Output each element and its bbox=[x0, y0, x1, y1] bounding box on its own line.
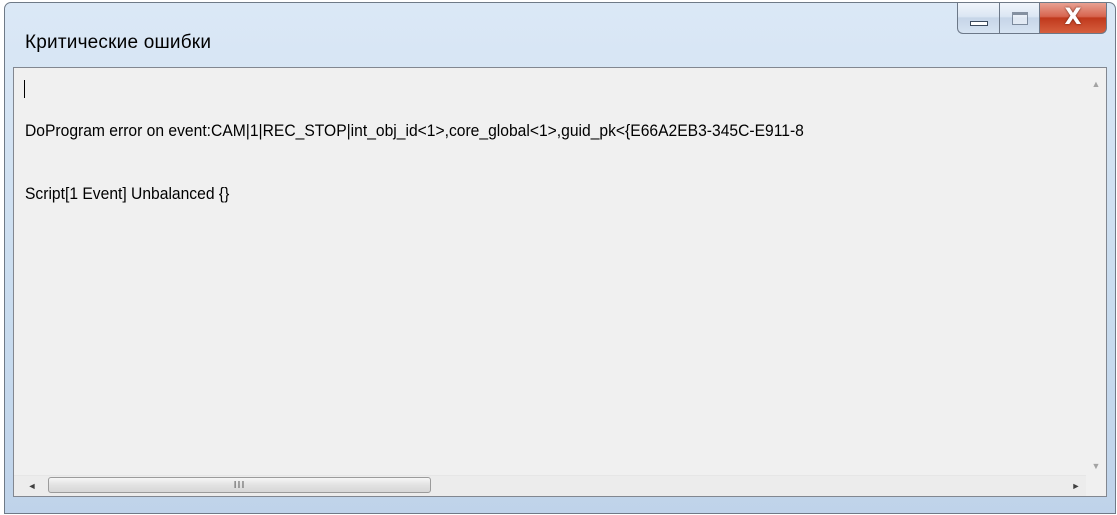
scroll-right-arrow-icon[interactable]: ► bbox=[1066, 476, 1086, 496]
scroll-up-arrow-icon[interactable]: ▲ bbox=[1086, 74, 1106, 94]
maximize-icon bbox=[1011, 11, 1028, 25]
title-bar[interactable]: Критические ошибки X bbox=[5, 3, 1115, 67]
error-line: Script[1 Event] Unbalanced {} bbox=[25, 184, 230, 203]
grip-icon: III bbox=[233, 479, 246, 491]
close-button[interactable]: X bbox=[1039, 3, 1107, 34]
close-icon: X bbox=[1064, 4, 1082, 30]
horizontal-scrollbar[interactable]: ◄ III ► bbox=[14, 475, 1086, 496]
scrollbar-corner bbox=[1086, 476, 1106, 496]
text-caret bbox=[24, 80, 25, 98]
scroll-left-arrow-icon[interactable]: ◄ bbox=[22, 476, 42, 496]
window-title: Критические ошибки bbox=[25, 32, 212, 53]
scroll-down-arrow-icon[interactable]: ▼ bbox=[1086, 456, 1106, 476]
error-text-content[interactable]: DoProgram error on event:CAM|1|REC_STOP|… bbox=[14, 68, 1086, 476]
critical-errors-window: Критические ошибки X DoProgram error on … bbox=[4, 2, 1116, 514]
error-line: DoProgram error on event:CAM|1|REC_STOP|… bbox=[25, 121, 804, 140]
maximize-button bbox=[999, 3, 1039, 34]
horizontal-scroll-thumb[interactable]: III bbox=[48, 477, 431, 493]
error-text-box[interactable]: DoProgram error on event:CAM|1|REC_STOP|… bbox=[13, 67, 1107, 497]
caption-buttons: X bbox=[957, 3, 1107, 34]
minimize-button[interactable] bbox=[957, 3, 999, 34]
minimize-icon bbox=[969, 20, 988, 26]
vertical-scrollbar[interactable]: ▲ ▼ bbox=[1086, 68, 1106, 476]
